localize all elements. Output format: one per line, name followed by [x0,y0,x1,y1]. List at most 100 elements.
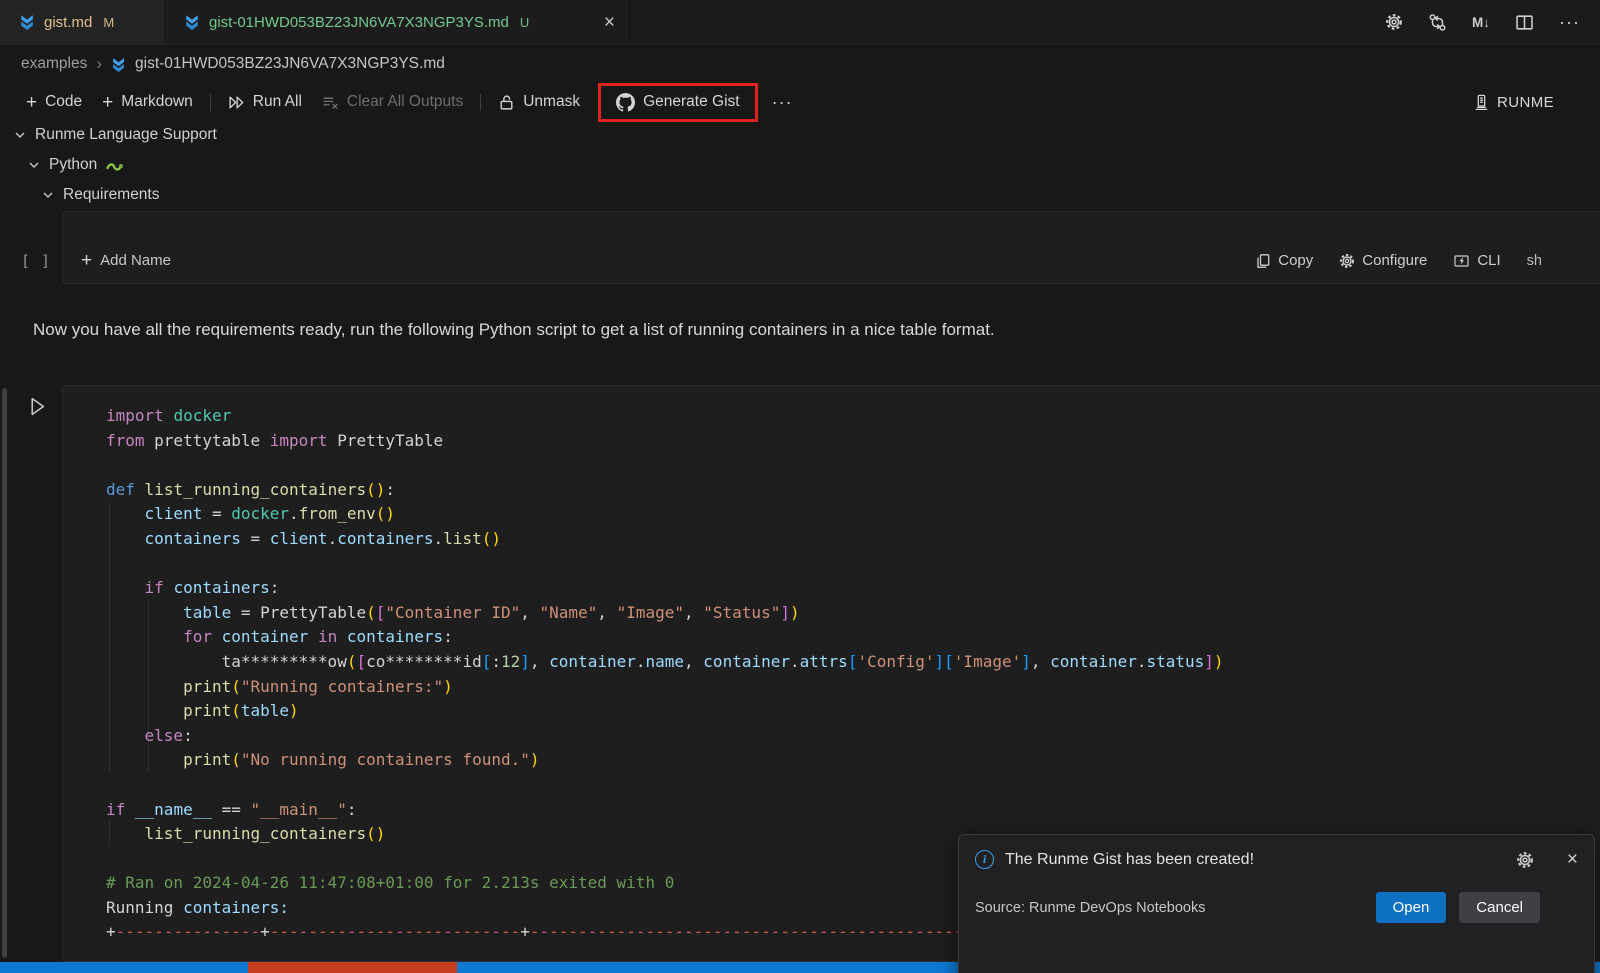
code-line: containers = client.containers.list() [106,527,1570,552]
runme-panel-button[interactable]: RUNME [1473,94,1554,111]
requirements-cell: + Add Name Copy Configure CLI sh [62,211,1600,284]
code-line: else: [106,724,1570,749]
notebook-toolbar: + Code + Markdown Run All Clear All Outp… [0,82,1600,122]
git-untracked-badge: U [520,15,529,30]
code-line [106,773,1570,798]
copy-icon [1255,253,1271,269]
open-button[interactable]: Open [1376,892,1447,923]
clear-all-outputs-label: Clear All Outputs [347,93,463,111]
notification-gear-icon[interactable] [1516,851,1534,869]
cli-icon [1453,253,1470,269]
breadcrumb-folder[interactable]: examples [21,55,87,73]
add-markdown-button[interactable]: + Markdown [92,87,203,118]
execution-count-marker: [ ] [21,252,51,270]
close-icon[interactable]: × [604,13,615,32]
tab-gist-notebook[interactable]: gist-01HWD053BZ23JN6VA7X3NGP3YS.md U × [165,0,630,44]
code-line: print("No running containers found.") [106,748,1570,773]
cli-label: CLI [1477,252,1500,269]
github-icon [616,93,635,112]
notification-toast: i The Runme Gist has been created! × Sou… [958,834,1595,973]
run-all-button[interactable]: Run All [218,87,312,117]
add-name-label: Add Name [100,252,171,269]
markdown-file-icon [19,14,35,30]
compare-changes-icon[interactable] [1428,13,1447,32]
markdown-file-icon [184,14,200,30]
cell-focus-indicator [2,388,7,958]
statusbar-segment [248,962,457,973]
tab-gist-md[interactable]: gist.md M [0,0,165,44]
chevron-down-icon [42,189,54,201]
outline-item-label: Requirements [63,186,160,204]
add-name-button[interactable]: + Add Name [81,251,171,270]
generate-gist-button[interactable]: Generate Gist [610,89,746,116]
unmask-button[interactable]: Unmask [488,87,590,117]
outline-item-requirements[interactable]: Requirements [42,180,160,210]
outline-item-runme-language-support[interactable]: Runme Language Support [14,120,217,150]
outline-item-label: Runme Language Support [35,126,217,144]
code-line: from prettytable import PrettyTable [106,429,1570,454]
code-line: table = PrettyTable(["Container ID", "Na… [106,601,1570,626]
code-line: import docker [106,404,1570,429]
code-line: print(table) [106,699,1570,724]
runme-logo-icon [1473,94,1490,111]
code-line: if __name__ == "__main__": [106,798,1570,823]
editor-actions: M↓ ··· [1385,0,1600,44]
unmask-label: Unmask [523,93,580,111]
chevron-down-icon [28,159,40,171]
markdown-cell-text: Now you have all the requirements ready,… [33,320,995,340]
code-line: for container in containers: [106,625,1570,650]
notification-title: The Runme Gist has been created! [1005,851,1254,869]
git-modified-badge: M [103,15,114,30]
code-line: client = docker.from_env() [106,502,1570,527]
generate-gist-label: Generate Gist [643,93,740,111]
copy-button[interactable]: Copy [1255,252,1313,269]
run-all-label: Run All [253,93,302,111]
outline-item-python[interactable]: Python [28,150,124,180]
gear-icon[interactable] [1385,13,1403,31]
code-line [106,453,1570,478]
code-line: def list_running_containers(): [106,478,1570,503]
configure-label: Configure [1362,252,1427,269]
play-icon [27,396,48,417]
plus-icon: + [26,93,37,112]
code-line: print("Running containers:") [106,675,1570,700]
more-actions-icon[interactable]: ··· [1559,12,1580,33]
runme-label: RUNME [1497,94,1554,111]
breadcrumb: examples › gist-01HWD053BZ23JN6VA7X3NGP3… [0,45,445,83]
add-markdown-label: Markdown [121,93,193,111]
statusbar-segment [0,962,248,973]
chevron-down-icon [14,129,26,141]
configure-button[interactable]: Configure [1339,252,1427,269]
toolbar-divider [480,94,481,111]
cli-button[interactable]: CLI [1453,252,1500,269]
cancel-button[interactable]: Cancel [1459,892,1540,923]
breadcrumb-file[interactable]: gist-01HWD053BZ23JN6VA7X3NGP3YS.md [135,55,445,73]
toolbar-divider [210,94,211,111]
breadcrumb-separator: › [96,54,102,74]
markdown-file-icon [111,57,126,72]
vscode-window: gist.md M gist-01HWD053BZ23JN6VA7X3NGP3Y… [0,0,1600,973]
cell-status-row: + Add Name Copy Configure CLI sh [63,251,1600,283]
tab-label: gist-01HWD053BZ23JN6VA7X3NGP3YS.md [209,14,509,31]
plus-icon: + [81,251,92,270]
notification-close-icon[interactable]: × [1567,850,1578,869]
add-code-label: Code [45,93,82,111]
split-editor-icon[interactable] [1515,13,1534,32]
notification-footer: Source: Runme DevOps Notebooks Open Canc… [975,892,1578,923]
copy-label: Copy [1278,252,1313,269]
python-snake-icon [106,158,124,172]
outline-item-label: Python [49,156,97,174]
toolbar-more-icon[interactable]: ··· [772,92,793,113]
clear-all-outputs-button[interactable]: Clear All Outputs [312,87,473,117]
markdown-preview-icon[interactable]: M↓ [1472,15,1490,30]
add-code-button[interactable]: + Code [16,87,92,118]
annotation-highlight-box: Generate Gist [598,83,758,122]
plus-icon: + [102,93,113,112]
language-picker[interactable]: sh [1527,253,1542,269]
run-all-icon [228,95,245,110]
run-cell-button[interactable] [27,396,48,417]
notification-header: i The Runme Gist has been created! × [975,850,1578,869]
code-line: ta*********ow([co********id[:12], contai… [106,650,1570,675]
unlock-icon [498,94,515,111]
notification-source: Source: Runme DevOps Notebooks [975,900,1206,916]
